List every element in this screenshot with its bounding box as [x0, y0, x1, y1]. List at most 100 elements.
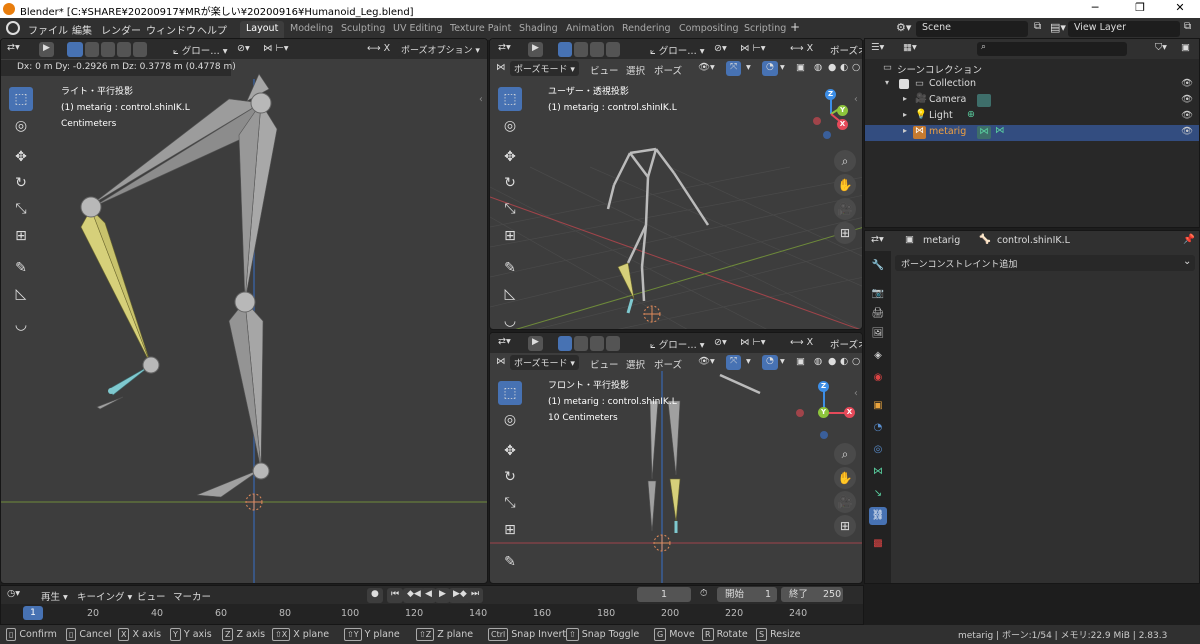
eye-icon[interactable]: 👁 [1181, 78, 1193, 89]
tab-render-icon[interactable]: 📷 [869, 285, 887, 303]
jump-end-icon[interactable]: ⏭ [467, 588, 484, 603]
viewport-bottom-right[interactable]: ⇄▾ ▶ ⟀ グロー… ▾ ⊘▾ ⋈ ⊢▾ ⟷ X ポーズオプ ⋈ ポーズモード… [489, 332, 863, 584]
tool-move[interactable]: ✥ [498, 439, 522, 463]
new-collection-icon[interactable]: ▣ [1181, 42, 1190, 53]
xmirror-icon[interactable]: ⟷ X [790, 337, 813, 348]
viewport-left[interactable]: ⇄▾ ▶ ⟀ グロー… ▾ ⊘▾ ⋈ ⊢▾ ⟷ X ポーズオプション ▾ Dx:… [0, 38, 488, 584]
editor-type-icon[interactable]: ⇄▾ [498, 42, 511, 53]
view-layer-new-icon[interactable]: ⧉ [1184, 21, 1191, 32]
menu-select[interactable]: 選択 [626, 63, 645, 77]
menu-marker[interactable]: マーカー [173, 589, 211, 603]
select-mode-extend-icon[interactable] [574, 336, 588, 351]
tab-physics-icon[interactable]: ◎ [869, 441, 887, 459]
zoom-icon[interactable]: ⌕ [834, 443, 856, 465]
shading-wire-icon[interactable]: ◍ [814, 62, 822, 73]
select-mode-extend-icon[interactable] [574, 42, 588, 57]
tool-transform[interactable]: ⊞ [498, 518, 522, 542]
tool-move[interactable]: ✥ [498, 145, 522, 169]
select-mode-new-icon[interactable] [558, 336, 572, 351]
tab-world-icon[interactable]: ◉ [869, 369, 887, 387]
editor-type-icon[interactable]: ⇄▾ [498, 336, 511, 347]
menu-edit[interactable]: 編集 [72, 22, 92, 37]
shading-solid-icon[interactable]: ● [828, 356, 836, 367]
tool-scale[interactable]: ⤡ [498, 491, 522, 515]
camera-view-icon[interactable]: 🎥 [834, 198, 856, 220]
workspace-tab-layout[interactable]: Layout [240, 21, 285, 38]
tool-select-box[interactable]: ⬚ [498, 381, 522, 405]
tool-cursor[interactable]: ◎ [498, 408, 522, 432]
workspace-tab-shading[interactable]: Shading [513, 21, 564, 38]
overlay-toggle-icon[interactable]: ◔ [762, 355, 778, 370]
workspace-tab-sculpting[interactable]: Sculpting [335, 21, 391, 38]
pivot-point-dropdown[interactable]: ⊘▾ [714, 337, 727, 348]
tab-tool-icon[interactable]: 🔧 [869, 257, 887, 275]
camera-data-icon[interactable] [977, 94, 991, 107]
add-bone-constraint-dropdown[interactable]: ボーンコンストレイント追加 ⌄ [895, 255, 1195, 271]
pan-hand-icon[interactable]: ✋ [834, 467, 856, 489]
snap-toggle-icon[interactable]: ⋈ ⊢▾ [740, 337, 766, 348]
tab-object-icon[interactable]: ▣ [869, 397, 887, 415]
tab-object-data-icon[interactable]: ⋈ [869, 463, 887, 481]
zoom-icon[interactable]: ⌕ [834, 150, 856, 172]
tool-measure[interactable]: ◺ [9, 282, 33, 306]
xmirror-icon[interactable]: ⟷ X [790, 43, 813, 54]
tab-output-icon[interactable]: 🖨 [869, 305, 887, 323]
xray-icon[interactable]: ▣ [796, 356, 805, 367]
overlay-dropdown-icon[interactable]: ▾ [780, 62, 785, 73]
menu-render[interactable]: レンダー [101, 22, 141, 37]
maximize-icon[interactable]: ❐ [1120, 1, 1160, 14]
sidebar-toggle-icon[interactable]: ‹ [854, 388, 858, 399]
gizmo-z-icon[interactable]: Z [818, 381, 829, 392]
gizmo-z-icon[interactable]: Z [825, 89, 836, 100]
expand-icon[interactable]: ▸ [903, 110, 907, 119]
workspace-tab-texture-paint[interactable]: Texture Paint [444, 21, 517, 38]
menu-view[interactable]: ビュー [137, 589, 166, 603]
preview-range-icon[interactable]: ⏱ [700, 588, 707, 599]
tool-pose-relax[interactable]: ◡ [498, 309, 522, 329]
blender-menu-icon[interactable] [6, 21, 20, 35]
navigation-gizmo[interactable]: Z Y X [794, 379, 855, 441]
expand-icon[interactable]: ▸ [903, 94, 907, 103]
play-reverse-icon[interactable]: ◀ [421, 588, 436, 603]
gizmo-dropdown-icon[interactable]: ▾ [746, 356, 751, 367]
menu-pose[interactable]: ポーズ [654, 357, 682, 371]
tab-modifiers-icon[interactable]: ◔ [869, 419, 887, 437]
tool-annotate[interactable]: ✎ [498, 550, 522, 574]
tool-annotate[interactable]: ✎ [9, 256, 33, 280]
tool-transform[interactable]: ⊞ [9, 224, 33, 248]
outliner-search-input[interactable]: ⌕ [977, 42, 1127, 56]
view-layer-selector[interactable]: View Layer [1068, 21, 1180, 37]
tab-view-layer-icon[interactable]: 🖼 [869, 325, 887, 343]
gizmo-neg-x-icon[interactable] [796, 409, 804, 417]
current-frame-field[interactable]: 1 [637, 587, 691, 602]
workspace-tab-rendering[interactable]: Rendering [616, 21, 677, 38]
gizmo-toggle-icon[interactable]: ⤧ [726, 61, 742, 76]
transform-orientation-dropdown[interactable]: ⟀ グロー… ▾ [650, 337, 705, 351]
tool-select-box[interactable]: ⬚ [498, 87, 522, 111]
outliner-item-collection[interactable]: ▾ ▭ Collection 👁 [865, 77, 1199, 93]
outliner-item-light[interactable]: ▸ 💡 Light ⊕ 👁 [865, 109, 1199, 125]
scene-icon[interactable]: ⚙▾ [896, 21, 911, 34]
menu-help[interactable]: ヘルプ [197, 22, 227, 37]
filter-icon[interactable]: ⛉▾ [1155, 42, 1167, 53]
snap-toggle-icon[interactable]: ⋈ ⊢▾ [740, 43, 766, 54]
pose-mode-icon[interactable]: ⋈ [496, 62, 506, 73]
play-icon[interactable]: ▶ [435, 588, 450, 603]
mode-dropdown[interactable]: ポーズモード ▾ [510, 61, 579, 76]
shading-render-icon[interactable]: ○ [852, 62, 860, 73]
pan-hand-icon[interactable]: ✋ [834, 174, 856, 196]
gizmo-y-icon[interactable]: Y [818, 407, 829, 418]
mode-dropdown[interactable]: ポーズモード ▾ [510, 355, 579, 370]
scene-selector[interactable]: Scene [916, 21, 1028, 37]
light-data-icon[interactable]: ⊕ [967, 109, 975, 120]
workspace-tab-animation[interactable]: Animation [560, 21, 620, 38]
xray-icon[interactable]: ▣ [796, 62, 805, 73]
transform-orientation-dropdown[interactable]: ⟀ グロー… ▾ [650, 43, 705, 57]
workspace-tab-modeling[interactable]: Modeling [284, 21, 339, 38]
pose-icon[interactable]: ⋈ [995, 125, 1005, 136]
shading-material-icon[interactable]: ◐ [840, 62, 848, 73]
overlay-dropdown-icon[interactable]: ▾ [780, 356, 785, 367]
menu-keying[interactable]: キーイング ▾ [77, 589, 132, 603]
pose-options-dropdown[interactable]: ポーズオプ [830, 43, 862, 57]
visibility-icon[interactable]: 👁▾ [698, 62, 715, 73]
